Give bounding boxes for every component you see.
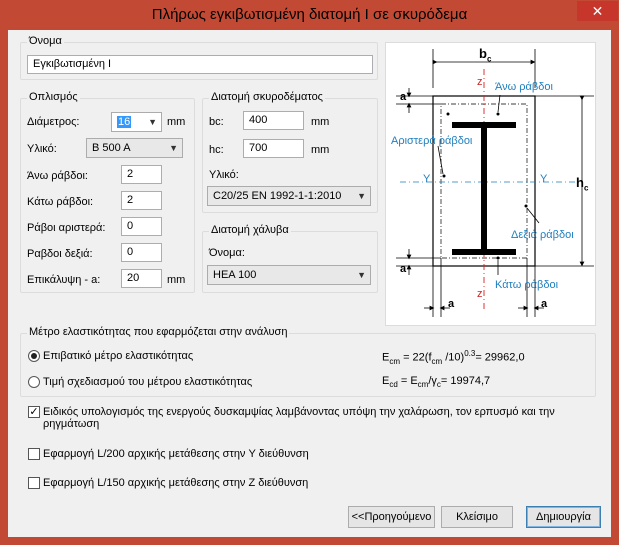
mean-modulus-label[interactable]: Επιβατικό μέτρο ελαστικότητας <box>43 350 193 362</box>
left-bars-leader <box>437 145 444 175</box>
title-bar[interactable]: Πλήρως εγκιβωτισμένη διατομή I σε σκυρόδ… <box>0 0 619 30</box>
bar-right <box>524 204 528 208</box>
name-group: Όνομα Εγκιβωτισμένη I <box>20 35 378 80</box>
web <box>481 128 487 249</box>
rebar-material-value: B 500 A <box>92 142 131 154</box>
concrete-group-legend: Διατομή σκυροδέματος <box>209 91 325 103</box>
diameter-value: 16 <box>117 116 132 128</box>
chevron-down-icon: ▼ <box>357 191 366 201</box>
dialog-window: Πλήρως εγκιβωτισμένη διατομή I σε σκυρόδ… <box>0 0 619 545</box>
design-modulus-label[interactable]: Τιμή σχεδιασμού του μέτρου ελαστικότητας <box>43 376 252 388</box>
chevron-down-icon: ▼ <box>148 117 157 127</box>
steel-group-legend: Διατομή χάλυβα <box>209 224 291 236</box>
hc-symbol: hc <box>576 175 589 193</box>
concrete-group: Διατομή σκυροδέματος bc: 400 mm hc: 700 … <box>202 91 378 213</box>
z-label-bottom: z <box>477 288 483 300</box>
cover-unit: mm <box>167 274 186 286</box>
a-label-bottom: a <box>400 263 407 275</box>
material-label: Υλικό: <box>27 143 57 155</box>
top-bars-label: Άνω ράβδοι: <box>27 170 88 182</box>
diameter-select[interactable]: 16 ▼ <box>111 112 162 132</box>
special-stiffness-label[interactable]: Ειδικός υπολογισμός της ενεργούς δυσκαμψ… <box>43 406 563 430</box>
steel-group: Διατομή χάλυβα Όνομα: HEA 100 ▼ <box>202 224 378 293</box>
hc-input[interactable]: 700 <box>243 139 304 158</box>
concrete-material-label: Υλικό: <box>209 169 239 181</box>
chevron-down-icon: ▼ <box>357 270 366 280</box>
elastic-modulus-group: Μέτρο ελαστικότητας που εφαρμόζεται στην… <box>20 326 596 397</box>
left-bars-label: Ράβοι αριστερά: <box>27 222 106 234</box>
top-bars-caption: Άνω ράβδοι <box>495 81 553 93</box>
create-button[interactable]: Δημιουργία <box>526 506 601 528</box>
bottom-bars-caption: Κάτω ράβδοι <box>495 279 559 291</box>
mean-modulus-formula: Ecm = 22(fcm /10)0.3= 29962,0 <box>382 349 525 366</box>
close-window-button[interactable]: ✕ <box>577 1 618 21</box>
z-label-top: z <box>477 76 483 88</box>
radio-mean-modulus[interactable] <box>28 350 40 362</box>
bottom-bars-input[interactable]: 2 <box>121 191 162 210</box>
top-bars-input[interactable]: 2 <box>121 165 162 184</box>
rebar-group-legend: Οπλισμός <box>27 91 80 103</box>
bc-label: bc: <box>209 116 224 128</box>
l200-checkbox[interactable] <box>28 448 40 460</box>
a-label-top: a <box>400 91 407 103</box>
steel-name-label: Όνομα: <box>209 247 245 259</box>
name-input[interactable]: Εγκιβωτισμένη I <box>27 55 373 74</box>
right-bars-leader <box>526 207 540 224</box>
l150-checkbox[interactable] <box>28 477 40 489</box>
hc-label: hc: <box>209 144 224 156</box>
right-bars-caption: Δεξιά ράβδοι <box>511 229 574 241</box>
rebar-material-select[interactable]: B 500 A ▼ <box>86 138 183 158</box>
name-group-legend: Όνομα <box>27 35 64 47</box>
a-label-right: a <box>541 298 548 310</box>
hc-unit: mm <box>311 144 330 156</box>
cover-label: Επικάλυψη - a: <box>27 274 101 286</box>
right-bars-input[interactable]: 0 <box>121 243 162 262</box>
concrete-material-select[interactable]: C20/25 EN 1992-1-1:2010 ▼ <box>207 186 371 206</box>
right-bars-label: Ραβδοι δεξιά: <box>27 248 93 260</box>
y-label-left: Y <box>423 173 431 185</box>
y-label-right: Y <box>540 173 548 185</box>
section-diagram: bc hc z z Y Y a a a a Άνω ράβδοι Αριστερ… <box>385 42 596 326</box>
close-button[interactable]: Κλείσιμο <box>441 506 513 528</box>
bc-symbol: bc <box>479 46 492 64</box>
design-modulus-formula: Ecd = Ecm/γc= 19974,7 <box>382 375 491 390</box>
bc-unit: mm <box>311 116 330 128</box>
diameter-label: Διάμετρος: <box>27 116 80 128</box>
bottom-bars-label: Κάτω ράβδοι: <box>27 196 94 208</box>
concrete-material-value: C20/25 EN 1992-1-1:2010 <box>213 190 342 202</box>
steel-section-value: HEA 100 <box>213 269 257 281</box>
left-bars-caption: Αριστερά ράβδοι <box>391 135 473 147</box>
top-flange <box>452 122 516 128</box>
bottom-flange <box>452 249 516 255</box>
left-bars-input[interactable]: 0 <box>121 217 162 236</box>
bar-top-left <box>446 112 450 116</box>
section-drawing <box>396 49 594 317</box>
l150-label[interactable]: Εφαρμογή L/150 αρχικής μετάθεσης στην Z … <box>43 477 308 489</box>
diameter-unit: mm <box>167 116 186 128</box>
steel-section-select[interactable]: HEA 100 ▼ <box>207 265 371 285</box>
chevron-down-icon: ▼ <box>169 143 178 153</box>
radio-design-modulus[interactable] <box>28 376 40 388</box>
window-title: Πλήρως εγκιβωτισμένη διατομή I σε σκυρόδ… <box>151 6 468 23</box>
cover-input[interactable]: 20 <box>121 269 162 288</box>
dialog-client: Όνομα Εγκιβωτισμένη I Οπλισμός Διάμετρος… <box>8 30 611 537</box>
bar-left <box>442 174 446 178</box>
top-bars-leader <box>497 94 501 113</box>
bar-bottom <box>496 256 500 260</box>
bar-top-right <box>496 112 500 116</box>
l200-label[interactable]: Εφαρμογή L/200 αρχικής μετάθεσης στην Y … <box>43 448 309 460</box>
special-stiffness-checkbox[interactable]: ✓ <box>28 406 40 418</box>
bc-input[interactable]: 400 <box>243 111 304 130</box>
rebar-group: Οπλισμός Διάμετρος: 16 ▼ mm Υλικό: B 500… <box>20 91 195 293</box>
elastic-modulus-legend: Μέτρο ελαστικότητας που εφαρμόζεται στην… <box>27 326 290 338</box>
previous-button[interactable]: <<Προηγούμενο <box>348 506 435 528</box>
a-label-left: a <box>448 298 455 310</box>
